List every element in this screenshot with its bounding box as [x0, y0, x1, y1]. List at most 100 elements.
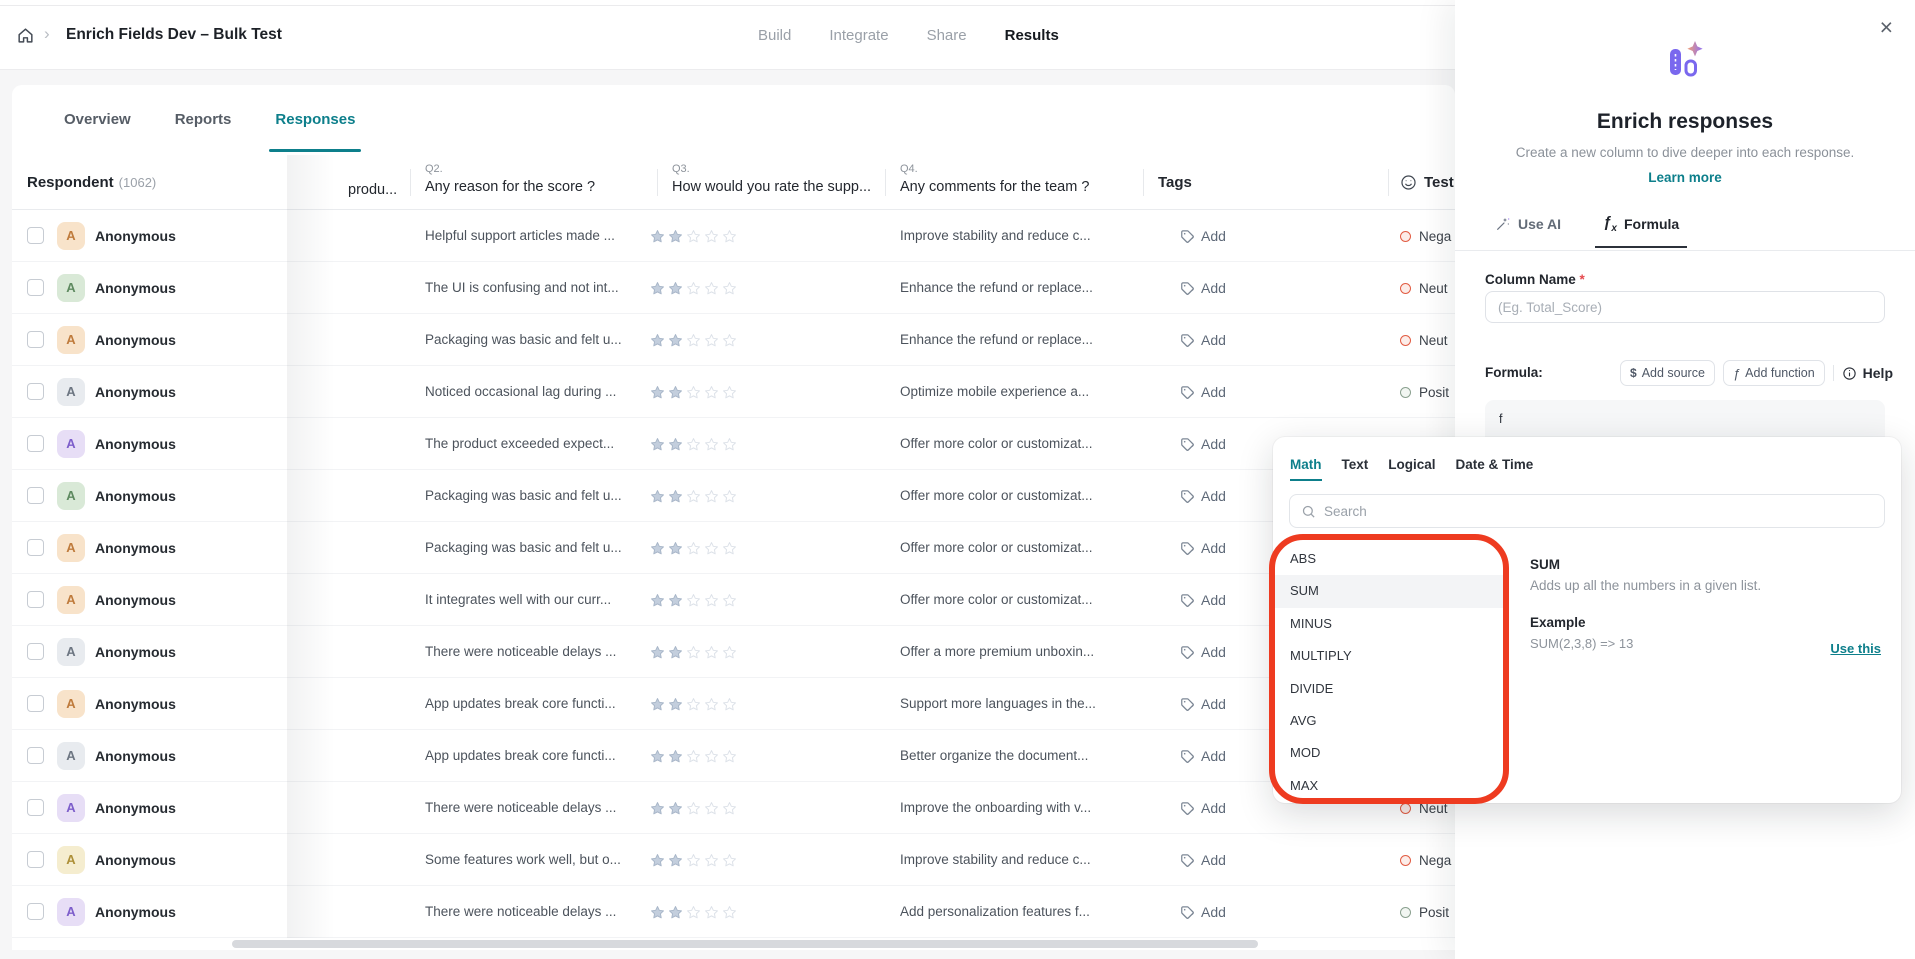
panel-tabs: Use AI ƒx Formula [1495, 214, 1688, 248]
close-icon[interactable]: × [1880, 16, 1893, 39]
row-checkbox[interactable] [27, 747, 44, 764]
sentiment-label: Nega [1419, 228, 1452, 244]
add-tag-button[interactable]: Add [1180, 626, 1226, 678]
function-item-divide[interactable]: DIVIDE [1273, 673, 1507, 705]
add-tag-button[interactable]: Add [1180, 834, 1226, 886]
category-tab-text[interactable]: Text [1342, 457, 1369, 472]
table-row[interactable]: A Anonymous Packaging was basic and felt u… [12, 470, 1455, 522]
add-tag-button[interactable]: Add [1180, 262, 1226, 314]
nav-item-build[interactable]: Build [758, 27, 791, 44]
tag-icon [1181, 437, 1194, 451]
row-checkbox[interactable] [27, 591, 44, 608]
table-row[interactable]: A Anonymous There were noticeable delays .… [12, 886, 1455, 938]
row-checkbox[interactable] [27, 695, 44, 712]
table-row[interactable]: A Anonymous There were noticeable delays .… [12, 626, 1455, 678]
panel-tab-use-ai[interactable]: Use AI [1495, 214, 1561, 248]
sentiment-dot [1400, 386, 1411, 398]
function-item-max[interactable]: MAX [1273, 770, 1507, 802]
avatar: A [57, 430, 85, 458]
nav-item-integrate[interactable]: Integrate [829, 27, 888, 44]
row-checkbox[interactable] [27, 383, 44, 400]
row-checkbox[interactable] [27, 851, 44, 868]
add-tag-button[interactable]: Add [1180, 782, 1226, 834]
table-row[interactable]: A Anonymous Some features work well, but o… [12, 834, 1455, 886]
tab-reports[interactable]: Reports [175, 85, 232, 155]
panel-tab-formula[interactable]: ƒx Formula [1595, 214, 1688, 248]
nav-item-results[interactable]: Results [1005, 27, 1059, 44]
nav-item-share[interactable]: Share [927, 27, 967, 44]
star-rating [650, 489, 737, 504]
add-function-button[interactable]: ƒ Add function [1722, 360, 1825, 386]
table-row[interactable]: A Anonymous The product exceeded expect...… [12, 418, 1455, 470]
q2-answer: The UI is confusing and not int... [425, 280, 619, 295]
category-tab-logical[interactable]: Logical [1388, 457, 1435, 472]
add-tag-button[interactable]: Add [1180, 314, 1226, 366]
row-checkbox[interactable] [27, 487, 44, 504]
sentiment-dot [1400, 230, 1411, 242]
sentiment-label: Posit [1419, 904, 1450, 920]
category-tab-date-time[interactable]: Date & Time [1456, 457, 1534, 472]
table-row[interactable]: A Anonymous App updates break core functi.… [12, 730, 1455, 782]
add-tag-button[interactable]: Add [1180, 366, 1226, 418]
add-tag-button[interactable]: Add [1180, 522, 1226, 574]
function-search[interactable] [1289, 494, 1885, 528]
row-checkbox[interactable] [27, 227, 44, 244]
table-row[interactable]: A Anonymous There were noticeable delays .… [12, 782, 1455, 834]
column-divider [1143, 169, 1144, 196]
avatar: A [57, 898, 85, 926]
add-tag-button[interactable]: Add [1180, 418, 1226, 470]
column-name-input[interactable] [1485, 291, 1885, 323]
search-input[interactable] [1324, 503, 1873, 519]
column-divider [410, 169, 411, 196]
add-tag-label: Add [1201, 436, 1226, 452]
table-row[interactable]: A Anonymous Packaging was basic and felt u… [12, 314, 1455, 366]
table-row[interactable]: A Anonymous It integrates well with our cu… [12, 574, 1455, 626]
add-tag-button[interactable]: Add [1180, 678, 1226, 730]
function-item-mod[interactable]: MOD [1273, 737, 1507, 769]
help-button[interactable]: Help [1842, 365, 1893, 381]
tab-overview[interactable]: Overview [64, 85, 131, 155]
category-tab-math[interactable]: Math [1290, 457, 1322, 481]
row-checkbox[interactable] [27, 539, 44, 556]
row-checkbox[interactable] [27, 331, 44, 348]
row-checkbox[interactable] [27, 435, 44, 452]
function-item-sum[interactable]: SUM [1273, 575, 1507, 608]
home-icon[interactable] [16, 26, 36, 46]
row-checkbox[interactable] [27, 279, 44, 296]
row-checkbox[interactable] [27, 903, 44, 920]
learn-more-link[interactable]: Learn more [1455, 170, 1915, 185]
table-row[interactable]: A Anonymous The UI is confusing and not in… [12, 262, 1455, 314]
row-checkbox[interactable] [27, 799, 44, 816]
add-tag-button[interactable]: Add [1180, 574, 1226, 626]
add-tag-button[interactable]: Add [1180, 730, 1226, 782]
tab-responses[interactable]: Responses [269, 85, 362, 155]
example-value: SUM(2,3,8) => 13 [1530, 636, 1634, 651]
function-item-minus[interactable]: MINUS [1273, 608, 1507, 640]
table-row[interactable]: A Anonymous Helpful support articles made … [12, 210, 1455, 262]
table-row[interactable]: A Anonymous App updates break core functi.… [12, 678, 1455, 730]
function-picker-popup: Math Text Logical Date & Time ABSSUMMINUSMU… [1269, 437, 1901, 804]
table-row[interactable]: A Anonymous Packaging was basic and felt u… [12, 522, 1455, 574]
add-tag-button[interactable]: Add [1180, 886, 1226, 938]
q2-answer: App updates break core functi... [425, 696, 616, 711]
tag-icon [1181, 489, 1194, 503]
add-tag-button[interactable]: Add [1180, 470, 1226, 522]
respondent-name: Anonymous [95, 748, 176, 764]
add-tag-label: Add [1201, 852, 1226, 868]
function-item-multiply[interactable]: MULTIPLY [1273, 640, 1507, 672]
function-item-abs[interactable]: ABS [1273, 543, 1507, 575]
add-source-button[interactable]: $ Add source [1620, 360, 1715, 386]
q2-answer: There were noticeable delays ... [425, 904, 617, 919]
formula-actions: $ Add source ƒ Add function Help [1620, 360, 1893, 386]
q4-answer: Improve the onboarding with v... [900, 800, 1092, 815]
column-divider [657, 169, 658, 196]
function-item-avg[interactable]: AVG [1273, 705, 1507, 737]
enrich-responses-icon [1665, 40, 1705, 83]
add-tag-button[interactable]: Add [1180, 210, 1226, 262]
table-row[interactable]: A Anonymous Noticed occasional lag during … [12, 366, 1455, 418]
row-checkbox[interactable] [27, 643, 44, 660]
tag-icon [1181, 333, 1194, 347]
star-rating [650, 697, 737, 712]
use-this-link[interactable]: Use this [1830, 641, 1881, 656]
horizontal-scrollbar[interactable] [232, 940, 1258, 948]
